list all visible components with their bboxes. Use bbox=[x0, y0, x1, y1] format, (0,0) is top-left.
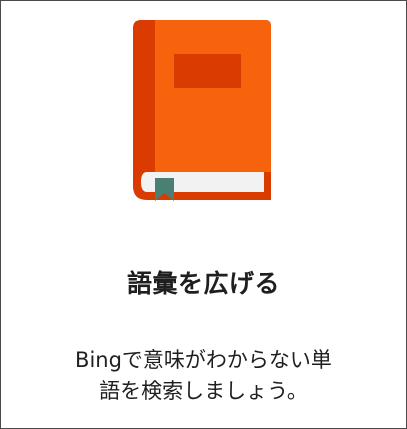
description-line-1: Bingで意味がわからない単 bbox=[75, 348, 332, 372]
description-line-2: 語を検索しましょう。 bbox=[99, 379, 308, 403]
book-cover bbox=[155, 20, 271, 172]
card-description: Bingで意味がわからない単 語を検索しましょう。 bbox=[31, 345, 376, 407]
feature-card: 語彙を広げる Bingで意味がわからない単 語を検索しましょう。 bbox=[0, 0, 407, 429]
card-title: 語彙を広げる bbox=[126, 269, 280, 298]
cover-label bbox=[174, 54, 241, 88]
book-icon bbox=[133, 20, 271, 201]
